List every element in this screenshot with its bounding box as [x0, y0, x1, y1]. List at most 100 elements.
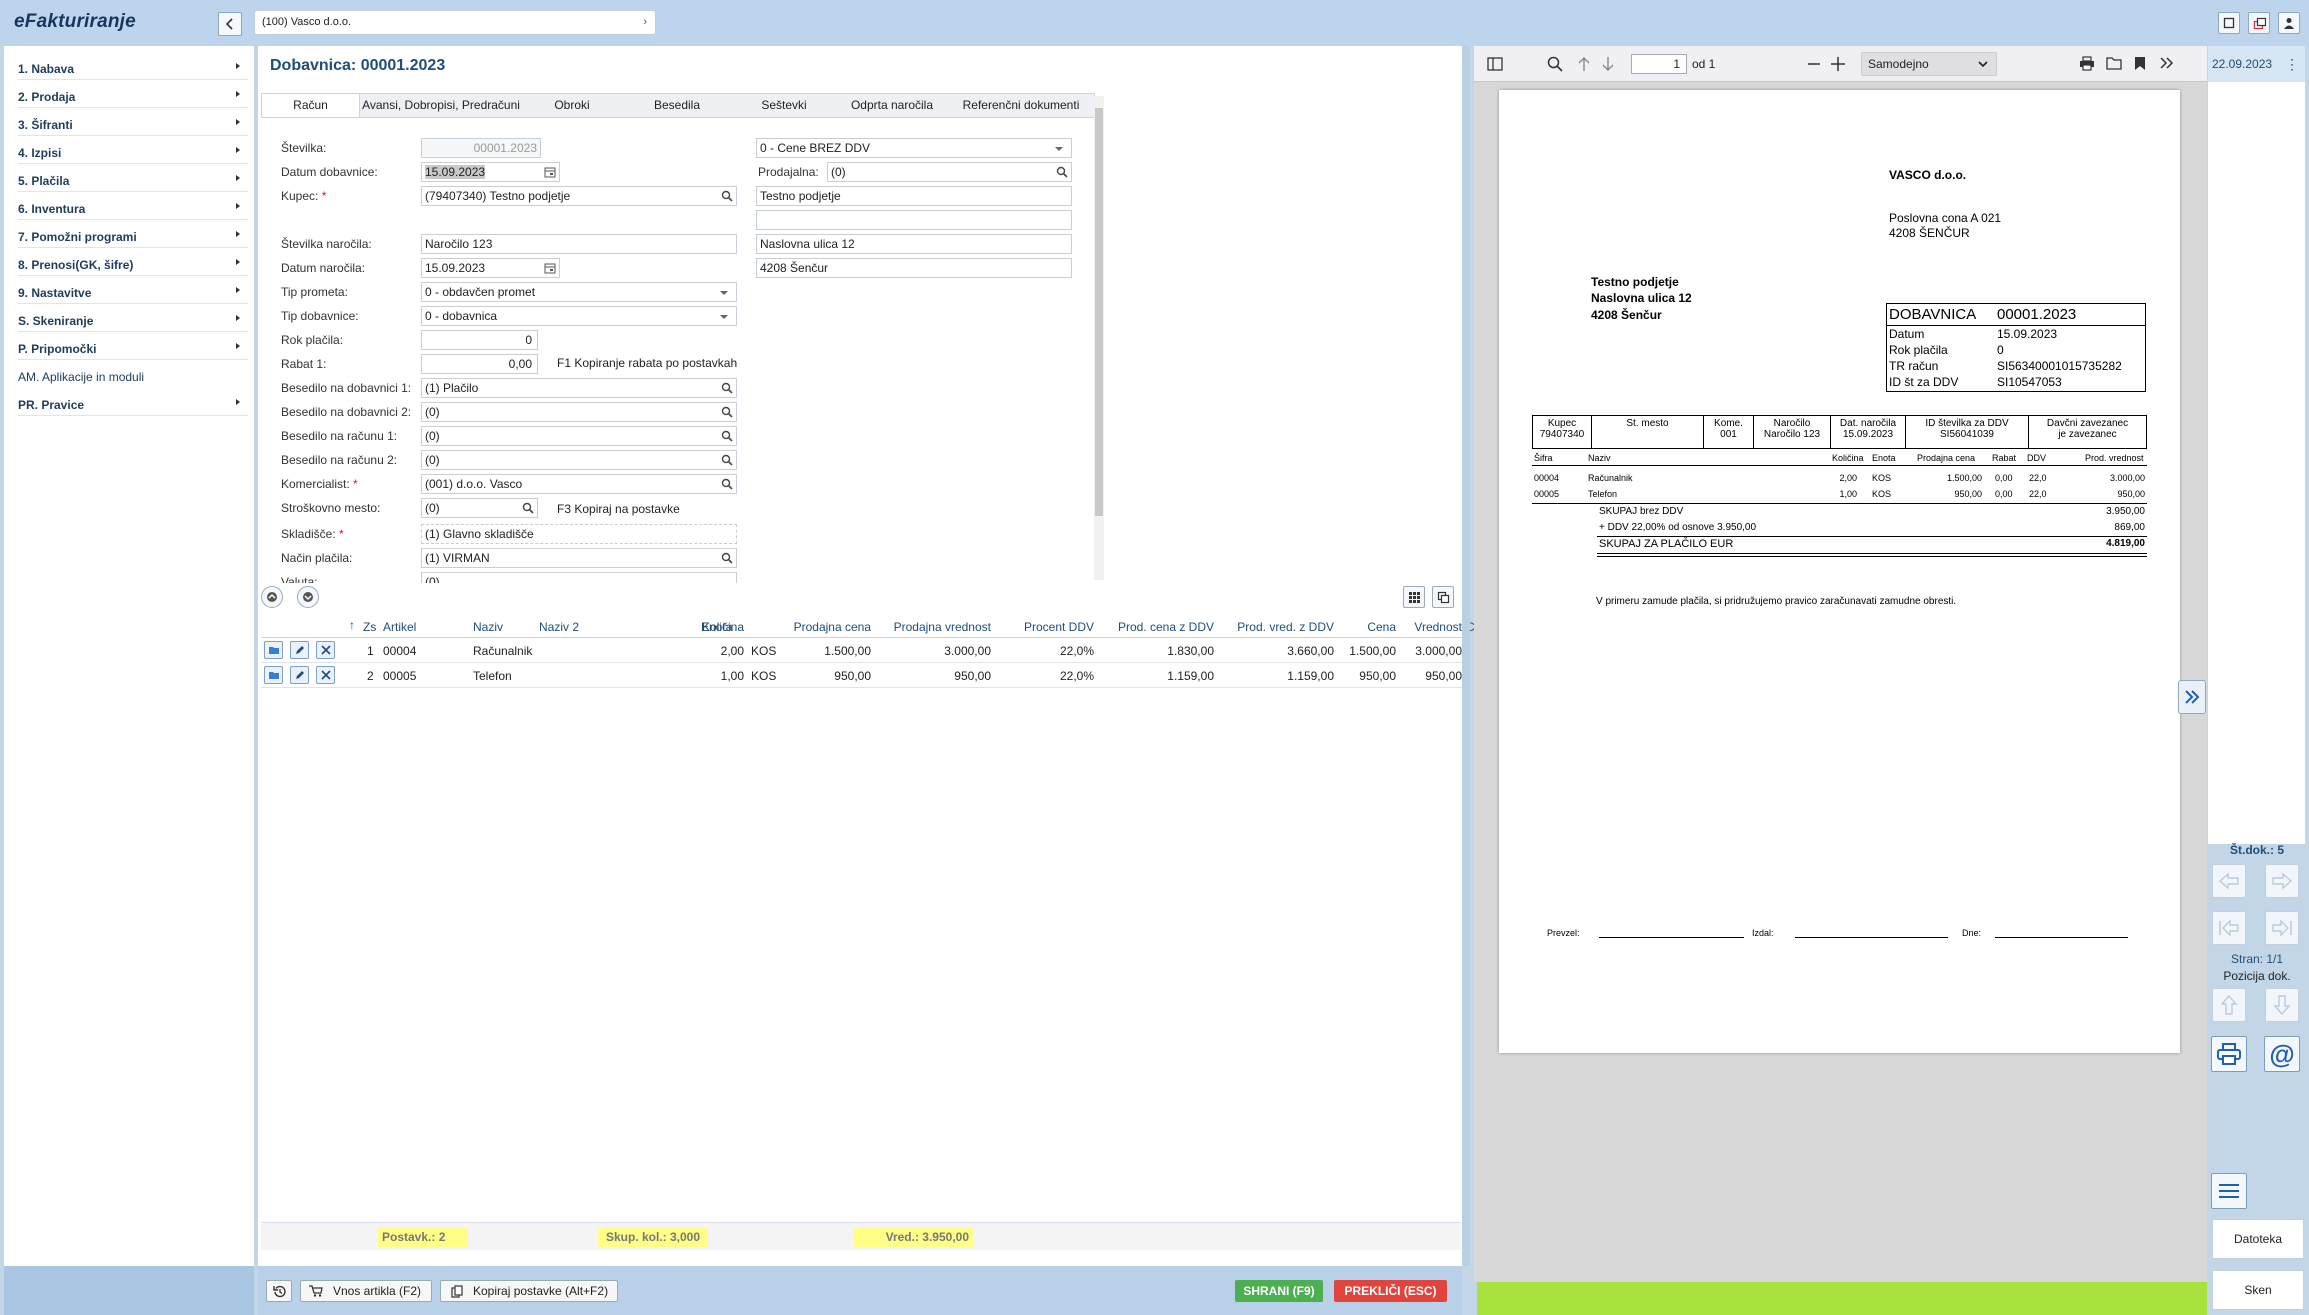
- arrow-up-icon[interactable]: [1577, 56, 1591, 72]
- col-enota[interactable]: Enota: [701, 620, 732, 634]
- stroskovno-mesto-field[interactable]: (0): [421, 498, 538, 518]
- komercialist-field[interactable]: (001) d.o.o. Vasco: [421, 474, 737, 494]
- next-document-button[interactable]: [2265, 864, 2299, 898]
- table-row[interactable]: 1 00004 Računalnik 2,00 KOS 1.500,00 3.0…: [261, 638, 1463, 663]
- company-select[interactable]: (100) Vasco d.o.o. ›: [254, 10, 656, 35]
- prev-document-button[interactable]: [2212, 864, 2246, 898]
- collapse-sidebar-button[interactable]: [218, 12, 242, 36]
- search-icon[interactable]: [721, 382, 733, 394]
- search-icon[interactable]: [721, 454, 733, 466]
- menu-item-izpisi[interactable]: 4. Izpisi: [18, 138, 248, 164]
- menu-item-inventura[interactable]: 6. Inventura: [18, 194, 248, 220]
- col-prodajna-vrednost[interactable]: Prodajna vrednost: [871, 620, 991, 634]
- history-button[interactable]: [266, 1280, 292, 1302]
- menu-item-aplikacije[interactable]: AM. Aplikacije in moduli: [18, 362, 248, 388]
- zoom-out-icon[interactable]: [1808, 62, 1820, 66]
- besedilo-dobavnica-2-field[interactable]: (0): [421, 402, 737, 422]
- datoteka-button[interactable]: Datoteka: [2212, 1219, 2304, 1259]
- open-row-button[interactable]: [264, 641, 283, 659]
- zoom-in-icon[interactable]: [1831, 57, 1845, 71]
- calendar-icon[interactable]: [544, 166, 556, 178]
- tab-obroki[interactable]: Obroki: [522, 94, 622, 117]
- col-vrednost[interactable]: Vrednost: [1396, 620, 1462, 634]
- datum-narocila-field[interactable]: 15.09.2023: [421, 258, 560, 278]
- open-row-button[interactable]: [264, 666, 283, 684]
- stevilka-narocila-field[interactable]: Naročilo 123: [421, 234, 737, 254]
- print-button[interactable]: [2211, 1036, 2247, 1072]
- search-icon[interactable]: [721, 430, 733, 442]
- col-zs[interactable]: Zs: [363, 620, 376, 634]
- kupec-naziv2-field[interactable]: [756, 210, 1072, 230]
- tab-besedila[interactable]: Besedila: [622, 94, 732, 117]
- datum-dobavnice-field[interactable]: 15.09.2023: [421, 162, 560, 182]
- email-button[interactable]: @: [2264, 1036, 2300, 1072]
- edit-row-button[interactable]: [290, 641, 309, 659]
- col-prodajna-cena[interactable]: Prodajna cena: [751, 620, 871, 634]
- more-icon[interactable]: ⋮: [2285, 46, 2299, 82]
- tip-prometa-select[interactable]: 0 - obdavčen promet: [421, 282, 737, 302]
- col-naziv[interactable]: Naziv: [473, 620, 503, 634]
- tab-racun[interactable]: Račun: [262, 94, 360, 117]
- tab-referencni-dokumenti[interactable]: Referenčni dokumenti: [948, 94, 1094, 117]
- page-number-input[interactable]: 1: [1631, 54, 1687, 74]
- table-row[interactable]: 2 00005 Telefon 1,00 KOS 950,00 950,00 2…: [261, 663, 1463, 688]
- search-icon[interactable]: [721, 190, 733, 202]
- sidebar-toggle-icon[interactable]: [1487, 57, 1503, 71]
- move-down-button[interactable]: [2265, 988, 2299, 1022]
- rok-placila-field[interactable]: 0: [421, 330, 538, 350]
- chevrons-right-icon[interactable]: [2160, 57, 2174, 69]
- besedilo-racun-2-field[interactable]: (0): [421, 450, 737, 470]
- rabat-field[interactable]: 0,00: [421, 354, 538, 374]
- valuta-field[interactable]: (0): [421, 572, 737, 583]
- delete-row-button[interactable]: [316, 666, 335, 684]
- expand-down-button[interactable]: [297, 586, 319, 608]
- calendar-icon[interactable]: [544, 262, 556, 274]
- edit-row-button[interactable]: [290, 666, 309, 684]
- kopiraj-postavke-button[interactable]: Kopiraj postavke (Alt+F2): [440, 1280, 618, 1302]
- document-date-item[interactable]: 22.09.2023 ⋮: [2208, 46, 2305, 82]
- tab-avansi[interactable]: Avansi, Dobropisi, Predračuni: [360, 94, 522, 117]
- menu-item-nabava[interactable]: 1. Nabava: [18, 54, 248, 80]
- search-icon[interactable]: [721, 478, 733, 490]
- cene-select[interactable]: 0 - Cene BREZ DDV: [756, 138, 1072, 158]
- grid-copy-button[interactable]: [1432, 586, 1454, 608]
- besedilo-dobavnica-1-field[interactable]: (1) Plačilo: [421, 378, 737, 398]
- last-page-button[interactable]: [2265, 911, 2299, 945]
- menu-item-prenosi[interactable]: 8. Prenosi(GK, šifre): [18, 250, 248, 276]
- vnos-artikla-button[interactable]: Vnos artikla (F2): [300, 1280, 432, 1302]
- grid-columns-button[interactable]: [1403, 586, 1425, 608]
- delete-row-button[interactable]: [316, 641, 335, 659]
- search-icon[interactable]: [721, 552, 733, 564]
- col-prod-cena-ddv[interactable]: Prod. cena z DDV: [1094, 620, 1214, 634]
- skladisce-field[interactable]: (1) Glavno skladišče: [421, 524, 737, 544]
- scrollbar-thumb[interactable]: [1095, 108, 1103, 516]
- zoom-select[interactable]: Samodejno: [1861, 52, 1997, 76]
- bookmark-icon[interactable]: [2134, 56, 2146, 71]
- col-naziv2[interactable]: Naziv 2: [539, 620, 579, 634]
- print-icon[interactable]: [2079, 56, 2095, 71]
- user-button[interactable]: [2278, 12, 2300, 34]
- folder-icon[interactable]: [2106, 56, 2122, 70]
- window-cascade-button[interactable]: [2248, 12, 2270, 34]
- search-icon[interactable]: [1056, 166, 1068, 178]
- search-icon[interactable]: [522, 502, 534, 514]
- kupec-field[interactable]: (79407340) Testno podjetje: [421, 186, 737, 206]
- menu-item-sifranti[interactable]: 3. Šifranti: [18, 110, 248, 136]
- kupec-posta-field[interactable]: 4208 Šenčur: [756, 258, 1072, 278]
- menu-button[interactable]: [2211, 1173, 2247, 1209]
- save-button[interactable]: SHRANI (F9): [1235, 1280, 1323, 1302]
- kupec-ulica-field[interactable]: Naslovna ulica 12: [756, 234, 1072, 254]
- document-list[interactable]: 22.09.2023 ⋮: [2208, 46, 2305, 844]
- col-artikel[interactable]: Artikel: [383, 620, 416, 634]
- collapse-up-button[interactable]: [261, 586, 283, 608]
- search-icon[interactable]: [1547, 56, 1563, 72]
- menu-item-placila[interactable]: 5. Plačila: [18, 166, 248, 192]
- tab-sestevki[interactable]: Seštevki: [732, 94, 836, 117]
- first-page-button[interactable]: [2212, 911, 2246, 945]
- stevilka-field[interactable]: 00001.2023: [421, 138, 541, 158]
- menu-item-pravice[interactable]: PR. Pravice: [18, 390, 248, 416]
- col-cena[interactable]: Cena: [1334, 620, 1396, 634]
- col-prod-vred-ddv[interactable]: Prod. vred. z DDV: [1214, 620, 1334, 634]
- nacin-placila-field[interactable]: (1) VIRMAN: [421, 548, 737, 568]
- besedilo-racun-1-field[interactable]: (0): [421, 426, 737, 446]
